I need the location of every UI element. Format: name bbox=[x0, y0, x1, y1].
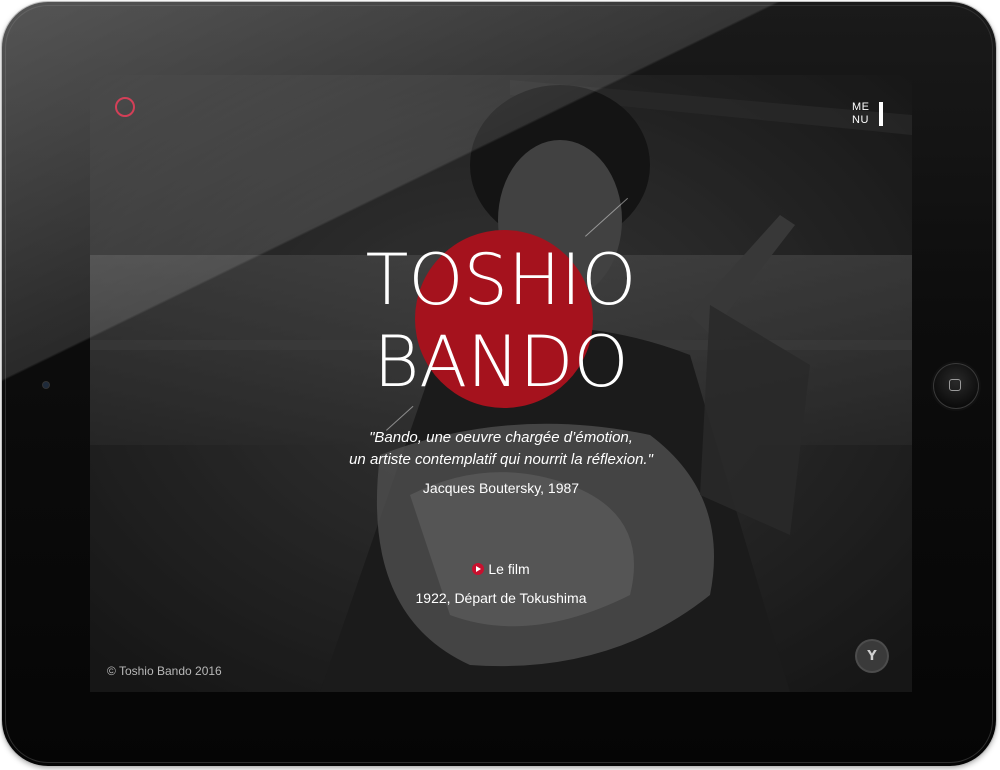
quote-author: Jacques Boutersky, 1987 bbox=[422, 480, 580, 496]
app-screen: ME NU TOSHIO BANDO "Bando, une oeuvre ch… bbox=[90, 75, 912, 692]
circle-logo-icon[interactable] bbox=[115, 97, 135, 117]
quote-text: "Bando, une oeuvre chargée d’émotion, un… bbox=[251, 427, 751, 471]
menu-label-line2: NU bbox=[852, 114, 869, 126]
film-link[interactable]: Le film bbox=[401, 561, 601, 577]
page-title: TOSHIO BANDO bbox=[301, 239, 701, 403]
quote-line-2: un artiste contemplatif qui nourrit la r… bbox=[349, 451, 653, 468]
camera-dot-icon bbox=[43, 382, 49, 388]
y-badge-label: Y bbox=[867, 648, 877, 664]
menu-label: ME NU bbox=[852, 101, 874, 127]
title-line-2: BANDO bbox=[373, 321, 629, 403]
film-link-label: Le film bbox=[488, 561, 530, 577]
home-button[interactable] bbox=[933, 363, 979, 409]
quote-line-1: "Bando, une oeuvre chargée d’émotion, bbox=[369, 429, 633, 446]
square-home-icon bbox=[949, 379, 961, 391]
tablet-device: ME NU TOSHIO BANDO "Bando, une oeuvre ch… bbox=[2, 2, 996, 766]
play-icon bbox=[472, 563, 485, 575]
menu-label-line1: ME bbox=[852, 101, 870, 113]
menu-button[interactable]: ME NU bbox=[852, 100, 883, 128]
film-caption: 1922, Départ de Tokushima bbox=[415, 590, 587, 606]
y-badge-button[interactable]: Y bbox=[857, 641, 887, 671]
copyright-text: © Toshio Bando 2016 bbox=[107, 664, 222, 678]
title-line-1: TOSHIO bbox=[365, 239, 637, 321]
menu-bar-icon bbox=[879, 102, 883, 126]
